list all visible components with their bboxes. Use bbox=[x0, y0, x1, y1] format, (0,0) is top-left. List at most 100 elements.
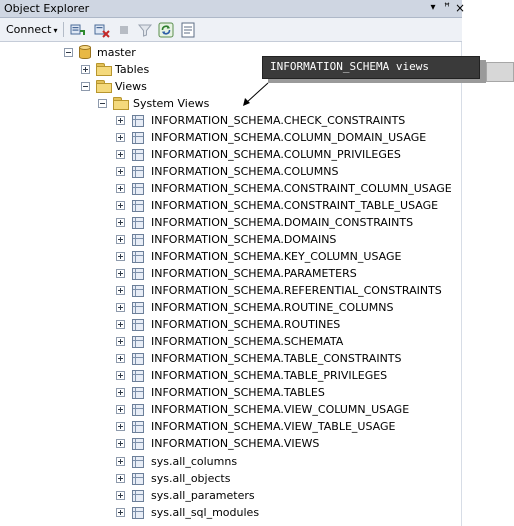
collapse-icon[interactable] bbox=[81, 82, 90, 91]
expand-icon[interactable] bbox=[116, 491, 125, 500]
auto-hide-pin-icon[interactable]: ꟸ bbox=[440, 1, 454, 15]
tree-node-label: Views bbox=[115, 80, 147, 93]
connect-button[interactable]: Connect ▾ bbox=[6, 23, 58, 36]
tree-node-label: Tables bbox=[115, 63, 150, 76]
expand-icon[interactable] bbox=[116, 167, 125, 176]
expand-icon[interactable] bbox=[116, 286, 125, 295]
expand-icon[interactable] bbox=[116, 439, 125, 448]
tree-node-view[interactable]: INFORMATION_SCHEMA.CONSTRAINT_TABLE_USAG… bbox=[0, 197, 461, 214]
view-icon bbox=[132, 353, 144, 365]
summary-report-icon[interactable] bbox=[180, 22, 196, 38]
view-icon bbox=[132, 217, 144, 229]
tree-node-view[interactable]: INFORMATION_SCHEMA.COLUMN_PRIVILEGES bbox=[0, 146, 461, 163]
connect-label: Connect bbox=[6, 23, 52, 36]
tree-node-label: INFORMATION_SCHEMA.TABLE_PRIVILEGES bbox=[151, 369, 388, 382]
tree-node-label: INFORMATION_SCHEMA.CONSTRAINT_TABLE_USAG… bbox=[151, 199, 439, 212]
expand-icon[interactable] bbox=[116, 405, 125, 414]
refresh-icon[interactable] bbox=[158, 22, 174, 38]
tree-node-label: System Views bbox=[133, 97, 210, 110]
expand-icon[interactable] bbox=[116, 133, 125, 142]
view-icon bbox=[132, 166, 144, 178]
collapse-icon[interactable] bbox=[98, 99, 107, 108]
tree-node-view[interactable]: INFORMATION_SCHEMA.TABLES bbox=[0, 384, 461, 401]
tree-node-view[interactable]: sys.all_sql_modules bbox=[0, 504, 461, 521]
view-icon bbox=[132, 421, 144, 433]
tree-node-view[interactable]: sys.all_parameters bbox=[0, 487, 461, 504]
expand-icon[interactable] bbox=[116, 388, 125, 397]
view-icon bbox=[132, 132, 144, 144]
view-icon bbox=[132, 319, 144, 331]
view-icon bbox=[132, 456, 144, 468]
folder-icon bbox=[113, 97, 129, 110]
tree-node-view[interactable]: INFORMATION_SCHEMA.COLUMN_DOMAIN_USAGE bbox=[0, 129, 461, 146]
tree-node-view[interactable]: INFORMATION_SCHEMA.ROUTINE_COLUMNS bbox=[0, 299, 461, 316]
disconnect-icon[interactable] bbox=[94, 22, 110, 38]
view-icon bbox=[132, 251, 144, 263]
tree-node-view[interactable]: sys.all_objects bbox=[0, 470, 461, 487]
expand-icon[interactable] bbox=[116, 337, 125, 346]
expand-icon[interactable] bbox=[116, 116, 125, 125]
tree-right-edge bbox=[461, 42, 462, 526]
tree-node-view[interactable]: INFORMATION_SCHEMA.COLUMNS bbox=[0, 163, 461, 180]
tree-node-label: INFORMATION_SCHEMA.PARAMETERS bbox=[151, 267, 357, 280]
panel-titlebar: Object Explorer ▾ ꟸ × bbox=[0, 0, 465, 18]
expand-icon[interactable] bbox=[116, 457, 125, 466]
expand-icon[interactable] bbox=[116, 422, 125, 431]
callout-text: INFORMATION_SCHEMA views bbox=[270, 60, 429, 73]
expand-icon[interactable] bbox=[116, 150, 125, 159]
tree-node-view[interactable]: INFORMATION_SCHEMA.TABLE_CONSTRAINTS bbox=[0, 350, 461, 367]
tree-node-view[interactable]: INFORMATION_SCHEMA.ROUTINES bbox=[0, 316, 461, 333]
expand-icon[interactable] bbox=[116, 218, 125, 227]
expand-icon[interactable] bbox=[116, 320, 125, 329]
expand-icon[interactable] bbox=[116, 371, 125, 380]
filter-icon[interactable] bbox=[137, 22, 153, 38]
tree-node-view[interactable]: INFORMATION_SCHEMA.VIEW_COLUMN_USAGE bbox=[0, 401, 461, 418]
tree-node-view[interactable]: INFORMATION_SCHEMA.CONSTRAINT_COLUMN_USA… bbox=[0, 180, 461, 197]
collapse-icon[interactable] bbox=[64, 48, 73, 57]
view-icon bbox=[132, 149, 144, 161]
tree-node-view[interactable]: INFORMATION_SCHEMA.VIEWS bbox=[0, 435, 461, 452]
view-icon bbox=[132, 115, 144, 127]
chevron-down-icon: ▾ bbox=[53, 26, 58, 35]
view-icon bbox=[132, 370, 144, 382]
tree-node-view[interactable]: INFORMATION_SCHEMA.DOMAIN_CONSTRAINTS bbox=[0, 214, 461, 231]
tree-node-view[interactable]: INFORMATION_SCHEMA.VIEW_TABLE_USAGE bbox=[0, 418, 461, 435]
tree-node-label: INFORMATION_SCHEMA.COLUMN_DOMAIN_USAGE bbox=[151, 131, 427, 144]
annotation-callout: INFORMATION_SCHEMA views bbox=[262, 56, 486, 83]
expand-icon[interactable] bbox=[116, 354, 125, 363]
stop-icon[interactable] bbox=[116, 22, 132, 38]
tree-node-label: INFORMATION_SCHEMA.TABLE_CONSTRAINTS bbox=[151, 352, 402, 365]
expand-icon[interactable] bbox=[116, 235, 125, 244]
window-position-icon[interactable]: ▾ bbox=[426, 1, 440, 15]
tree-node-label: master bbox=[97, 46, 136, 59]
expand-icon[interactable] bbox=[116, 508, 125, 517]
callout-decoration bbox=[486, 62, 514, 82]
tree-node-view[interactable]: INFORMATION_SCHEMA.KEY_COLUMN_USAGE bbox=[0, 248, 461, 265]
tree-node-view[interactable]: INFORMATION_SCHEMA.PARAMETERS bbox=[0, 265, 461, 282]
view-icon bbox=[132, 404, 144, 416]
panel-toolbar: Connect ▾ bbox=[0, 18, 462, 42]
tree-node-view[interactable]: INFORMATION_SCHEMA.TABLE_PRIVILEGES bbox=[0, 367, 461, 384]
tree-node-label: INFORMATION_SCHEMA.REFERENTIAL_CONSTRAIN… bbox=[151, 284, 442, 297]
connect-object-explorer-icon[interactable] bbox=[70, 22, 86, 38]
expand-icon[interactable] bbox=[81, 65, 90, 74]
expand-icon[interactable] bbox=[116, 269, 125, 278]
close-icon[interactable]: × bbox=[453, 1, 467, 15]
folder-icon bbox=[96, 80, 112, 93]
expand-icon[interactable] bbox=[116, 184, 125, 193]
tree-node-label: INFORMATION_SCHEMA.VIEW_TABLE_USAGE bbox=[151, 420, 396, 433]
tree-node-label: INFORMATION_SCHEMA.COLUMNS bbox=[151, 165, 339, 178]
tree-node-system-views[interactable]: System Views bbox=[0, 95, 461, 112]
expand-icon[interactable] bbox=[116, 252, 125, 261]
tree-node-view[interactable]: sys.all_columns bbox=[0, 453, 461, 470]
expand-icon[interactable] bbox=[116, 201, 125, 210]
tree-node-label: sys.all_columns bbox=[151, 455, 238, 468]
tree-node-label: INFORMATION_SCHEMA.SCHEMATA bbox=[151, 335, 344, 348]
tree-node-view[interactable]: INFORMATION_SCHEMA.DOMAINS bbox=[0, 231, 461, 248]
expand-icon[interactable] bbox=[116, 303, 125, 312]
tree-node-view[interactable]: INFORMATION_SCHEMA.CHECK_CONSTRAINTS bbox=[0, 112, 461, 129]
tree-node-view[interactable]: INFORMATION_SCHEMA.SCHEMATA bbox=[0, 333, 461, 350]
tree-node-view[interactable]: INFORMATION_SCHEMA.REFERENTIAL_CONSTRAIN… bbox=[0, 282, 461, 299]
expand-icon[interactable] bbox=[116, 474, 125, 483]
view-icon bbox=[132, 268, 144, 280]
